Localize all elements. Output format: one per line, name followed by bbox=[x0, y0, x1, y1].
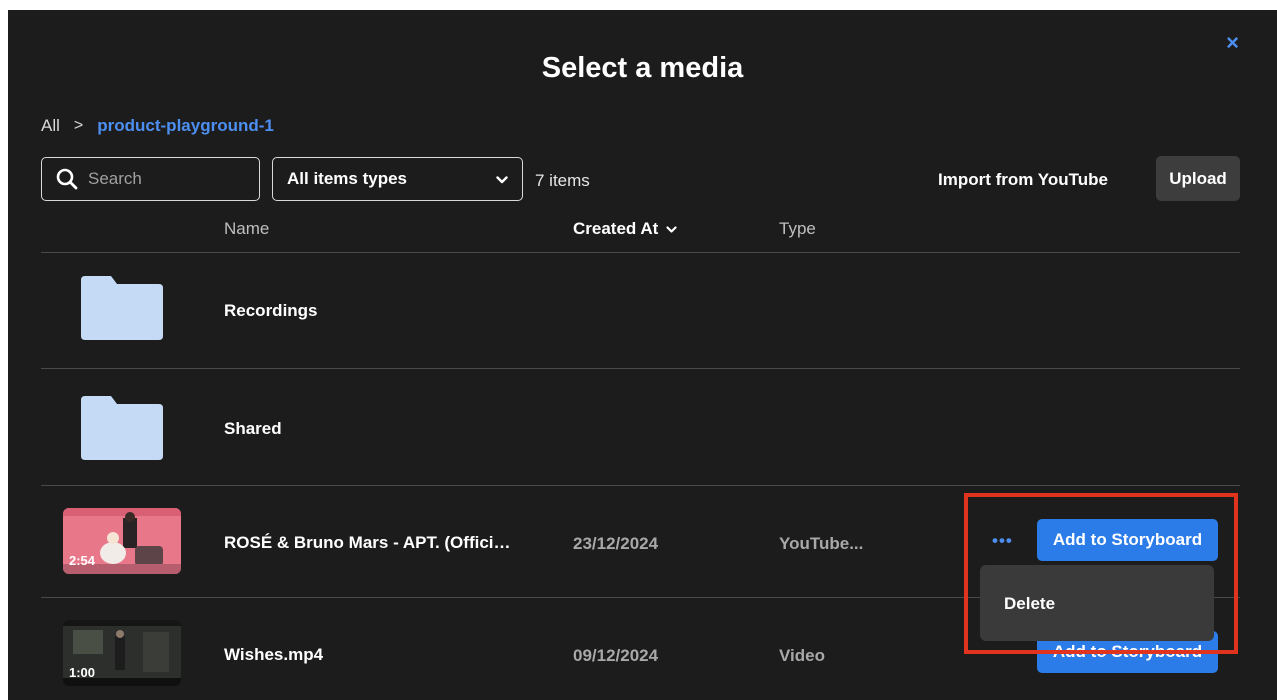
row-name: Shared bbox=[224, 419, 282, 438]
folder-icon bbox=[81, 396, 163, 460]
chevron-down-icon bbox=[666, 219, 677, 239]
search-input[interactable] bbox=[88, 169, 238, 189]
item-type-select-value: All items types bbox=[287, 169, 407, 188]
search-icon bbox=[56, 168, 78, 190]
video-thumbnail: 1:00 bbox=[63, 620, 181, 686]
select-media-modal: × Select a media All > product-playgroun… bbox=[8, 10, 1277, 700]
breadcrumb: All > product-playground-1 bbox=[41, 116, 274, 136]
row-created-at: 23/12/2024 bbox=[573, 534, 659, 553]
folder-icon bbox=[81, 276, 163, 340]
video-duration: 2:54 bbox=[69, 553, 96, 568]
modal-title: Select a media bbox=[541, 52, 744, 84]
menu-item-delete[interactable]: Delete bbox=[1004, 594, 1055, 614]
breadcrumb-root[interactable]: All bbox=[41, 116, 60, 136]
table-row[interactable]: Recordings bbox=[41, 253, 1240, 368]
chevron-right-icon: > bbox=[73, 117, 84, 134]
close-icon[interactable]: × bbox=[1226, 32, 1239, 54]
more-options-icon[interactable]: ••• bbox=[992, 531, 1013, 551]
column-header-created-at-label: Created At bbox=[573, 219, 659, 238]
search-box[interactable] bbox=[41, 157, 260, 201]
import-from-youtube-button[interactable]: Import from YouTube bbox=[938, 170, 1108, 190]
chevron-down-icon bbox=[496, 169, 508, 189]
row-type: YouTube... bbox=[779, 534, 864, 553]
row-type: Video bbox=[779, 646, 825, 665]
column-header-type[interactable]: Type bbox=[779, 219, 816, 239]
table-row[interactable]: Shared bbox=[41, 369, 1240, 485]
column-header-name[interactable]: Name bbox=[224, 219, 269, 239]
breadcrumb-current[interactable]: product-playground-1 bbox=[97, 116, 274, 136]
column-header-created-at[interactable]: Created At bbox=[573, 219, 677, 239]
row-name: Wishes.mp4 bbox=[224, 645, 324, 664]
item-type-select[interactable]: All items types bbox=[272, 157, 523, 201]
add-to-storyboard-button[interactable]: Add to Storyboard bbox=[1037, 519, 1218, 561]
video-thumbnail: 2:54 bbox=[63, 508, 181, 574]
row-context-menu: Delete bbox=[980, 565, 1214, 641]
row-created-at: 09/12/2024 bbox=[573, 646, 659, 665]
item-count: 7 items bbox=[535, 171, 590, 190]
row-name: Recordings bbox=[224, 301, 318, 320]
row-name: ROSÉ & Bruno Mars - APT. (Offici… bbox=[224, 533, 511, 552]
video-duration: 1:00 bbox=[69, 665, 96, 680]
upload-button[interactable]: Upload bbox=[1156, 156, 1240, 201]
